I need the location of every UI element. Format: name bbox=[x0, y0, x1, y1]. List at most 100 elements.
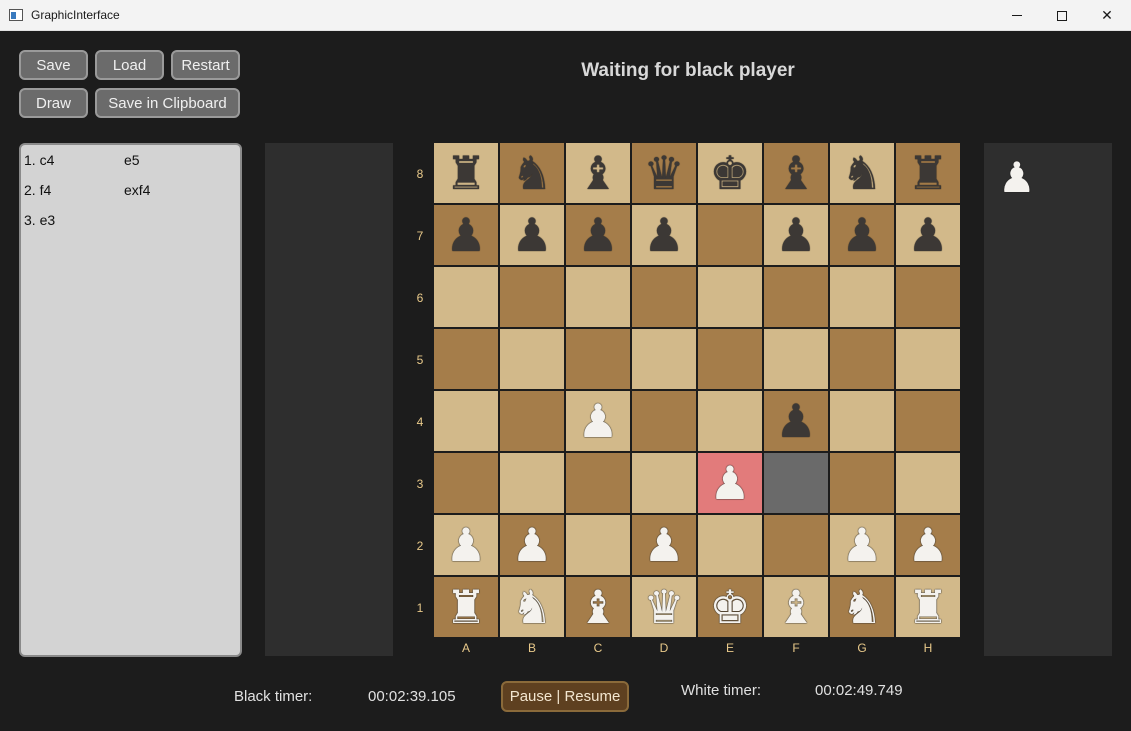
square-a8[interactable]: ♜ bbox=[434, 143, 498, 203]
white-pawn-icon[interactable]: ♟ bbox=[841, 522, 882, 568]
square-e2[interactable] bbox=[698, 515, 762, 575]
pause-resume-button[interactable]: Pause | Resume bbox=[501, 681, 629, 712]
white-queen-icon[interactable]: ♛ bbox=[643, 584, 684, 630]
square-d2[interactable]: ♟ bbox=[632, 515, 696, 575]
black-knight-icon[interactable]: ♞ bbox=[841, 150, 882, 196]
square-e1[interactable]: ♚ bbox=[698, 577, 762, 637]
square-c1[interactable]: ♝ bbox=[566, 577, 630, 637]
square-d1[interactable]: ♛ bbox=[632, 577, 696, 637]
square-h5[interactable] bbox=[896, 329, 960, 389]
square-h8[interactable]: ♜ bbox=[896, 143, 960, 203]
black-rook-icon[interactable]: ♜ bbox=[445, 150, 486, 196]
square-b5[interactable] bbox=[500, 329, 564, 389]
square-d3[interactable] bbox=[632, 453, 696, 513]
black-pawn-icon[interactable]: ♟ bbox=[511, 212, 552, 258]
white-pawn-icon[interactable]: ♟ bbox=[907, 522, 948, 568]
square-f8[interactable]: ♝ bbox=[764, 143, 828, 203]
white-pawn-icon[interactable]: ♟ bbox=[445, 522, 486, 568]
black-pawn-icon[interactable]: ♟ bbox=[841, 212, 882, 258]
square-d4[interactable] bbox=[632, 391, 696, 451]
square-a5[interactable] bbox=[434, 329, 498, 389]
close-button[interactable]: ✕ bbox=[1084, 0, 1130, 31]
square-a2[interactable]: ♟ bbox=[434, 515, 498, 575]
square-c8[interactable]: ♝ bbox=[566, 143, 630, 203]
black-bishop-icon[interactable]: ♝ bbox=[775, 150, 816, 196]
square-g4[interactable] bbox=[830, 391, 894, 451]
white-bishop-icon[interactable]: ♝ bbox=[775, 584, 816, 630]
minimize-button[interactable] bbox=[994, 0, 1040, 31]
white-knight-icon[interactable]: ♞ bbox=[841, 584, 882, 630]
black-knight-icon[interactable]: ♞ bbox=[511, 150, 552, 196]
save-button[interactable]: Save bbox=[19, 50, 88, 80]
square-c3[interactable] bbox=[566, 453, 630, 513]
square-f6[interactable] bbox=[764, 267, 828, 327]
square-f7[interactable]: ♟ bbox=[764, 205, 828, 265]
square-h1[interactable]: ♜ bbox=[896, 577, 960, 637]
black-king-icon[interactable]: ♚ bbox=[709, 150, 750, 196]
move-list[interactable]: 1. c4 e5 2. f4 exf4 3. e3 bbox=[19, 143, 242, 657]
square-b7[interactable]: ♟ bbox=[500, 205, 564, 265]
save-clipboard-button[interactable]: Save in Clipboard bbox=[95, 88, 240, 118]
white-pawn-icon[interactable]: ♟ bbox=[643, 522, 684, 568]
white-pawn-icon[interactable]: ♟ bbox=[709, 460, 750, 506]
square-c6[interactable] bbox=[566, 267, 630, 327]
square-b6[interactable] bbox=[500, 267, 564, 327]
square-b2[interactable]: ♟ bbox=[500, 515, 564, 575]
square-f2[interactable] bbox=[764, 515, 828, 575]
black-pawn-icon[interactable]: ♟ bbox=[577, 212, 618, 258]
white-knight-icon[interactable]: ♞ bbox=[511, 584, 552, 630]
square-d5[interactable] bbox=[632, 329, 696, 389]
square-e7[interactable] bbox=[698, 205, 762, 265]
square-h6[interactable] bbox=[896, 267, 960, 327]
square-d6[interactable] bbox=[632, 267, 696, 327]
square-h3[interactable] bbox=[896, 453, 960, 513]
square-c2[interactable] bbox=[566, 515, 630, 575]
square-d8[interactable]: ♛ bbox=[632, 143, 696, 203]
square-a6[interactable] bbox=[434, 267, 498, 327]
square-f3[interactable] bbox=[764, 453, 828, 513]
square-g7[interactable]: ♟ bbox=[830, 205, 894, 265]
square-h2[interactable]: ♟ bbox=[896, 515, 960, 575]
square-h4[interactable] bbox=[896, 391, 960, 451]
square-e4[interactable] bbox=[698, 391, 762, 451]
white-king-icon[interactable]: ♚ bbox=[709, 584, 750, 630]
square-g3[interactable] bbox=[830, 453, 894, 513]
square-a7[interactable]: ♟ bbox=[434, 205, 498, 265]
maximize-button[interactable] bbox=[1039, 0, 1085, 31]
black-pawn-icon[interactable]: ♟ bbox=[775, 398, 816, 444]
square-f1[interactable]: ♝ bbox=[764, 577, 828, 637]
black-pawn-icon[interactable]: ♟ bbox=[445, 212, 486, 258]
square-f5[interactable] bbox=[764, 329, 828, 389]
white-pawn-icon[interactable]: ♟ bbox=[577, 398, 618, 444]
square-a4[interactable] bbox=[434, 391, 498, 451]
square-d7[interactable]: ♟ bbox=[632, 205, 696, 265]
square-g8[interactable]: ♞ bbox=[830, 143, 894, 203]
load-button[interactable]: Load bbox=[95, 50, 164, 80]
white-bishop-icon[interactable]: ♝ bbox=[577, 584, 618, 630]
square-g1[interactable]: ♞ bbox=[830, 577, 894, 637]
white-pawn-icon[interactable]: ♟ bbox=[511, 522, 552, 568]
square-c4[interactable]: ♟ bbox=[566, 391, 630, 451]
square-g2[interactable]: ♟ bbox=[830, 515, 894, 575]
square-b4[interactable] bbox=[500, 391, 564, 451]
square-c7[interactable]: ♟ bbox=[566, 205, 630, 265]
black-bishop-icon[interactable]: ♝ bbox=[577, 150, 618, 196]
chess-board[interactable]: ♜ ♞ ♝ ♛ ♚ ♝ ♞ ♜ ♟ ♟ ♟ ♟ ♟ ♟ ♟ ♟ ♟ ♟ ♟ ♟ ♟ ♟ ♟ ♜ ♞ ♝ ♛ ♚ ♝ ♞ ♜ bbox=[432, 141, 962, 639]
square-b3[interactable] bbox=[500, 453, 564, 513]
square-e6[interactable] bbox=[698, 267, 762, 327]
black-pawn-icon[interactable]: ♟ bbox=[643, 212, 684, 258]
square-b1[interactable]: ♞ bbox=[500, 577, 564, 637]
white-rook-icon[interactable]: ♜ bbox=[445, 584, 486, 630]
black-pawn-icon[interactable]: ♟ bbox=[775, 212, 816, 258]
white-rook-icon[interactable]: ♜ bbox=[907, 584, 948, 630]
square-e8[interactable]: ♚ bbox=[698, 143, 762, 203]
draw-button[interactable]: Draw bbox=[19, 88, 88, 118]
restart-button[interactable]: Restart bbox=[171, 50, 240, 80]
square-g5[interactable] bbox=[830, 329, 894, 389]
square-h7[interactable]: ♟ bbox=[896, 205, 960, 265]
black-rook-icon[interactable]: ♜ bbox=[907, 150, 948, 196]
square-e3[interactable]: ♟ bbox=[698, 453, 762, 513]
square-a1[interactable]: ♜ bbox=[434, 577, 498, 637]
square-g6[interactable] bbox=[830, 267, 894, 327]
square-f4[interactable]: ♟ bbox=[764, 391, 828, 451]
